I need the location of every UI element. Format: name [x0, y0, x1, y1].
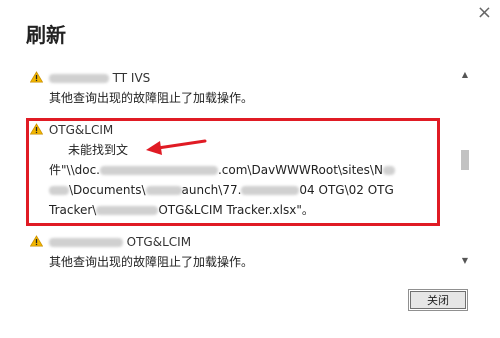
entry-message: 其他查询出现的故障阻止了加载操作。 — [49, 91, 254, 105]
close-button[interactable]: 关闭 — [408, 289, 468, 311]
redacted-text — [48, 238, 123, 247]
scroll-down-icon[interactable]: ▼ — [458, 254, 472, 268]
warning-icon — [30, 71, 43, 83]
scrollbar-thumb[interactable] — [461, 150, 469, 170]
list-item: OTG&LCIM 其他查询出现的故障阻止了加载操作。 — [30, 232, 253, 270]
red-highlight-box — [26, 118, 440, 226]
vertical-scrollbar[interactable]: ▲ ▼ — [458, 66, 472, 270]
entry-source: OTG&LCIM — [126, 235, 192, 249]
warning-icon — [30, 235, 43, 247]
scroll-up-icon[interactable]: ▲ — [458, 68, 472, 82]
list-item: TT IVS 其他查询出现的故障阻止了加载操作。 — [30, 68, 253, 108]
close-icon[interactable]: × — [477, 4, 492, 22]
dialog-title: 刷新 — [26, 23, 66, 47]
entry-source: TT IVS — [112, 71, 151, 85]
entry-message: 其他查询出现的故障阻止了加载操作。 — [49, 255, 254, 269]
redacted-text — [48, 74, 109, 83]
refresh-dialog: × 刷新 TT IVS 其他查询出现的故障阻止了加载操作。 OTG&LCIM 未… — [0, 0, 500, 338]
